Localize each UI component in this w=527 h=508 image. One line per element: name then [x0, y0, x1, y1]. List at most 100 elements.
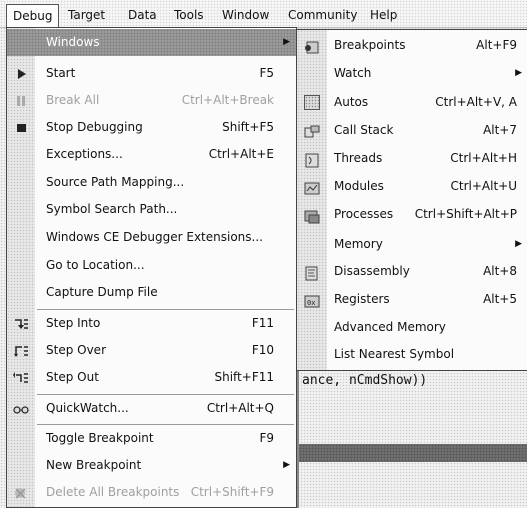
step-over-icon	[13, 344, 29, 358]
disassembly-icon	[304, 264, 320, 281]
menu-item-shortcut: Ctrl+Shift+F9	[190, 485, 274, 499]
menu-item-label: Source Path Mapping...	[46, 175, 185, 189]
menu-item-windows[interactable]: Windows ▶	[7, 29, 296, 56]
menu-item-shortcut: Ctrl+Alt+V, A	[435, 95, 517, 109]
menu-item-shortcut: Shift+F5	[222, 120, 274, 134]
menu-item-label: Windows	[46, 35, 100, 49]
play-icon	[13, 67, 29, 81]
menu-item-label: Delete All Breakpoints	[46, 485, 180, 499]
menu-item-label: Capture Dump File	[46, 285, 158, 299]
menu-item-delete-all-breakpoints[interactable]: Delete All Breakpoints Ctrl+Shift+F9	[7, 479, 296, 506]
registers-icon: 0x	[304, 292, 320, 308]
menu-item-step-out[interactable]: Step Out Shift+F11	[7, 364, 296, 391]
menu-item-capture-dump-file[interactable]: Capture Dump File	[7, 279, 296, 306]
pause-icon	[13, 94, 29, 108]
menu-item-label: Go to Location...	[46, 258, 145, 272]
call-stack-icon	[304, 123, 320, 138]
menu-item-label: Autos	[334, 95, 369, 109]
menu-item-shortcut: Ctrl+Alt+H	[450, 151, 517, 165]
svg-text:0x: 0x	[307, 299, 315, 307]
windows-submenu: Breakpoints Alt+F9 Watch ▶ Autos Ctrl+Al…	[296, 29, 527, 371]
submenu-item-autos[interactable]: Autos Ctrl+Alt+V, A	[297, 89, 527, 116]
menu-debug[interactable]: Debug	[6, 4, 60, 27]
menu-item-new-breakpoint[interactable]: New Breakpoint ▶	[7, 452, 296, 479]
submenu-item-disassembly[interactable]: Disassembly Alt+8	[297, 258, 527, 285]
submenu-arrow-icon: ▶	[283, 37, 290, 47]
menu-item-shortcut: Alt+F9	[476, 38, 517, 52]
menu-bar: Debug Target Data Tools Window Community…	[0, 0, 527, 28]
code-line: ance, nCmdShow))	[302, 373, 428, 388]
menu-item-go-to-location[interactable]: Go to Location...	[7, 252, 296, 279]
menu-item-step-into[interactable]: Step Into F11	[7, 310, 296, 337]
step-into-icon	[13, 317, 29, 331]
menu-item-label: Step Over	[46, 343, 106, 357]
menu-item-shortcut: Alt+7	[483, 123, 517, 137]
submenu-item-modules[interactable]: Modules Ctrl+Alt+U	[297, 173, 527, 200]
submenu-item-threads[interactable]: Threads Ctrl+Alt+H	[297, 145, 527, 172]
menu-window[interactable]: Window	[216, 6, 275, 24]
submenu-arrow-icon: ▶	[283, 460, 290, 470]
submenu-item-advanced-memory[interactable]: Advanced Memory	[297, 314, 527, 341]
menu-item-label: Threads	[334, 151, 383, 165]
menu-item-label: Watch	[334, 66, 372, 80]
menu-item-stop-debugging[interactable]: Stop Debugging Shift+F5	[7, 114, 296, 141]
menu-item-label: Step Into	[46, 316, 101, 330]
submenu-item-memory[interactable]: Memory ▶	[297, 231, 527, 258]
submenu-item-call-stack[interactable]: Call Stack Alt+7	[297, 117, 527, 144]
menu-item-start[interactable]: Start F5	[7, 60, 296, 87]
menu-target[interactable]: Target	[62, 6, 111, 24]
menu-item-shortcut: Ctrl+Shift+Alt+P	[414, 207, 517, 221]
menu-item-step-over[interactable]: Step Over F10	[7, 337, 296, 364]
glasses-icon	[13, 402, 29, 416]
autos-window-icon	[304, 95, 320, 110]
menu-item-label: List Nearest Symbol	[334, 347, 455, 361]
menu-item-label: Toggle Breakpoint	[46, 431, 154, 445]
editor-highlight-bar	[296, 444, 527, 462]
menu-item-label: Windows CE Debugger Extensions...	[46, 230, 263, 244]
menu-item-label: QuickWatch...	[46, 401, 129, 415]
menu-community[interactable]: Community	[282, 6, 363, 24]
menu-item-label: Registers	[334, 292, 390, 306]
delete-breakpoints-icon	[13, 486, 29, 500]
menu-item-label: Stop Debugging	[46, 120, 143, 134]
menu-item-label: Step Out	[46, 370, 99, 384]
debug-menu: Windows ▶ Start F5 Break All Ctrl+Alt+Br…	[6, 27, 297, 508]
submenu-item-breakpoints[interactable]: Breakpoints Alt+F9	[297, 32, 527, 59]
menu-item-shortcut: Ctrl+Alt+E	[208, 147, 274, 161]
modules-icon	[304, 179, 320, 195]
menu-data[interactable]: Data	[122, 6, 163, 24]
menu-item-shortcut: F5	[259, 66, 274, 80]
threads-icon	[304, 151, 320, 168]
menu-item-source-path-mapping[interactable]: Source Path Mapping...	[7, 169, 296, 196]
menu-tools[interactable]: Tools	[168, 6, 210, 24]
menu-item-shortcut: F9	[259, 431, 274, 445]
submenu-item-processes[interactable]: Processes Ctrl+Shift+Alt+P	[297, 201, 527, 228]
breakpoints-window-icon	[304, 38, 320, 54]
menu-item-break-all[interactable]: Break All Ctrl+Alt+Break	[7, 87, 296, 114]
menu-item-shortcut: Shift+F11	[214, 370, 274, 384]
menu-item-shortcut: Ctrl+Alt+Q	[206, 401, 274, 415]
menu-item-quickwatch[interactable]: QuickWatch... Ctrl+Alt+Q	[7, 395, 296, 422]
menu-item-label: Breakpoints	[334, 38, 406, 52]
menu-item-symbol-search-path[interactable]: Symbol Search Path...	[7, 196, 296, 223]
menu-item-label: Break All	[46, 93, 100, 107]
menu-item-shortcut: Alt+5	[483, 292, 517, 306]
submenu-item-list-nearest-symbol[interactable]: List Nearest Symbol	[297, 341, 527, 368]
menu-item-label: Processes	[334, 207, 394, 221]
menu-item-exceptions[interactable]: Exceptions... Ctrl+Alt+E	[7, 141, 296, 168]
menu-item-label: Disassembly	[334, 264, 410, 278]
menu-item-shortcut: Alt+8	[483, 264, 517, 278]
menu-item-shortcut: F10	[251, 343, 274, 357]
menu-item-label: Symbol Search Path...	[46, 202, 178, 216]
submenu-item-watch[interactable]: Watch ▶	[297, 60, 527, 87]
menu-item-toggle-breakpoint[interactable]: Toggle Breakpoint F9	[7, 425, 296, 452]
menu-item-ce-debugger-extensions[interactable]: Windows CE Debugger Extensions...	[7, 224, 296, 251]
menu-help[interactable]: Help	[364, 6, 403, 24]
submenu-item-registers[interactable]: 0x Registers Alt+5	[297, 286, 527, 313]
processes-icon	[304, 207, 320, 224]
menu-item-shortcut: F11	[251, 316, 274, 330]
menu-item-label: New Breakpoint	[46, 458, 142, 472]
menu-item-label: Start	[46, 66, 76, 80]
menu-item-label: Advanced Memory	[334, 320, 446, 334]
menu-item-label: Modules	[334, 179, 384, 193]
